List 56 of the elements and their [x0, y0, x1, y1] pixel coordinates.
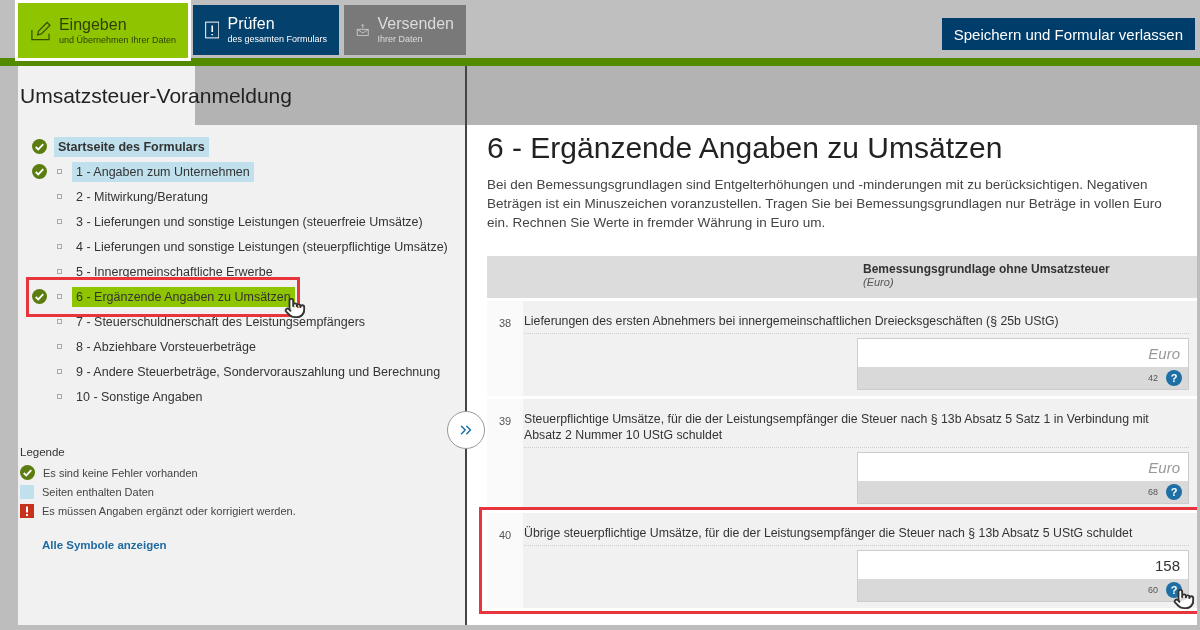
field-code: 68	[1148, 487, 1158, 497]
legend-title: Legende	[20, 446, 66, 458]
pencil-icon	[30, 19, 51, 42]
field-code: 42	[1148, 373, 1158, 383]
bullet-icon	[57, 244, 62, 249]
form-title: Umsatzsteuer-Voranmeldung	[20, 83, 292, 108]
expand-button[interactable]	[447, 411, 485, 449]
legend-text: Seiten enthalten Daten	[42, 486, 154, 498]
nav-item[interactable]: 2 - Mitwirkung/Beratung	[72, 186, 212, 207]
check-circle-icon	[32, 164, 47, 179]
nav-item[interactable]: 5 - Innergemeinschaftliche Erwerbe	[72, 261, 277, 282]
check-circle-icon	[20, 465, 35, 480]
row-label: Steuerpflichtige Umsätze, für die der Leistungsempfänger die Steuer nach § 13b Absatz 5 Satz 1 in Verbindung mit Absatz 2 Nummer 10 UStG schuldet	[524, 411, 1189, 448]
field-code: 60	[1148, 585, 1158, 595]
nav-item[interactable]: 4 - Lieferungen und sonstige Leistungen (steuerpflichtige Umsätze)	[72, 236, 452, 257]
column-header: Bemessungsgrundlage ohne Umsatzsteuer	[863, 262, 1111, 276]
step-tab[interactable]: Prüfen des gesamten Formulars	[193, 5, 339, 55]
nav-item[interactable]: 10 - Sonstige Angaben	[72, 386, 207, 407]
save-and-exit-button[interactable]: Speichern und Formular verlassen	[941, 18, 1195, 50]
bullet-icon	[57, 194, 62, 199]
legend-text: Es sind keine Fehler vorhanden	[43, 466, 198, 479]
amount-field[interactable]: Euro	[858, 339, 1188, 367]
row-label: Übrige steuerpflichtige Umsätze, für die der Leistungsempfänger die Steuer nach § 13b Absatz 5 UStG schuldet	[524, 525, 1189, 546]
show-symbols-link[interactable]: Alle Symbole anzeigen	[42, 539, 465, 551]
help-button[interactable]: ?	[1166, 370, 1182, 386]
help-button[interactable]: ?	[1166, 484, 1182, 500]
nav-item[interactable]: 9 - Andere Steuerbeträge, Sondervorauszahlung und Berechnung	[72, 361, 445, 382]
nav-item[interactable]: Startseite des Formulars	[54, 136, 209, 157]
line-number: 38	[497, 316, 513, 331]
bullet-icon	[57, 319, 62, 324]
check-circle-icon	[32, 289, 47, 304]
line-number: 39	[497, 414, 513, 429]
bullet-icon	[57, 394, 62, 399]
bullet-icon	[57, 219, 62, 224]
nav-item[interactable]: 8 - Abziehbare Vorsteuerbeträge	[72, 336, 260, 357]
nav-item[interactable]: 6 - Ergänzende Angaben zu Umsätzen	[72, 286, 295, 307]
bullet-icon	[57, 269, 62, 274]
column-unit: (Euro)	[863, 276, 895, 288]
nav-item[interactable]: 7 - Steuerschuldnerschaft des Leistungsempfängers	[72, 311, 370, 332]
bullet-icon	[57, 344, 62, 349]
nav-item[interactable]: 3 - Lieferungen und sonstige Leistungen (steuerfreie Umsätze)	[72, 211, 427, 232]
bullet-icon	[57, 169, 62, 174]
page-heading: 6 - Ergänzende Angaben zu Umsätzen	[487, 131, 1004, 165]
data-swatch-icon	[20, 485, 34, 499]
row-label: Lieferungen des ersten Abnehmers bei innergemeinschaftlichen Dreiecksgeschäften (§ 25b UStG)	[524, 313, 1189, 334]
exclamation-icon	[20, 504, 34, 518]
intro-text: Bei den Bemessungsgrundlagen sind Entgelterhöhungen und -minderungen mit zu berücksichtigen. Negativen Beträgen ist ein Minuszeichen voranzustellen. Tragen Sie bei Bemessungsgrundlagen nur Beträge in vollen Euro ein. Rechnen Sie Werte in fremder Währung in Euro um.	[487, 176, 1163, 232]
amount-field[interactable]: Euro	[858, 453, 1188, 481]
bullet-icon	[57, 294, 62, 299]
amount-field[interactable]: 158	[858, 551, 1188, 579]
step-tab[interactable]: Eingeben und Übernehmen Ihrer Daten	[18, 3, 188, 58]
nav-item[interactable]: 1 - Angaben zum Unternehmen	[72, 161, 254, 182]
check-circle-icon	[32, 139, 47, 154]
legend-text: Es müssen Angaben ergänzt oder korrigiert werden.	[42, 505, 296, 517]
bullet-icon	[57, 369, 62, 374]
line-number: 40	[497, 528, 513, 543]
